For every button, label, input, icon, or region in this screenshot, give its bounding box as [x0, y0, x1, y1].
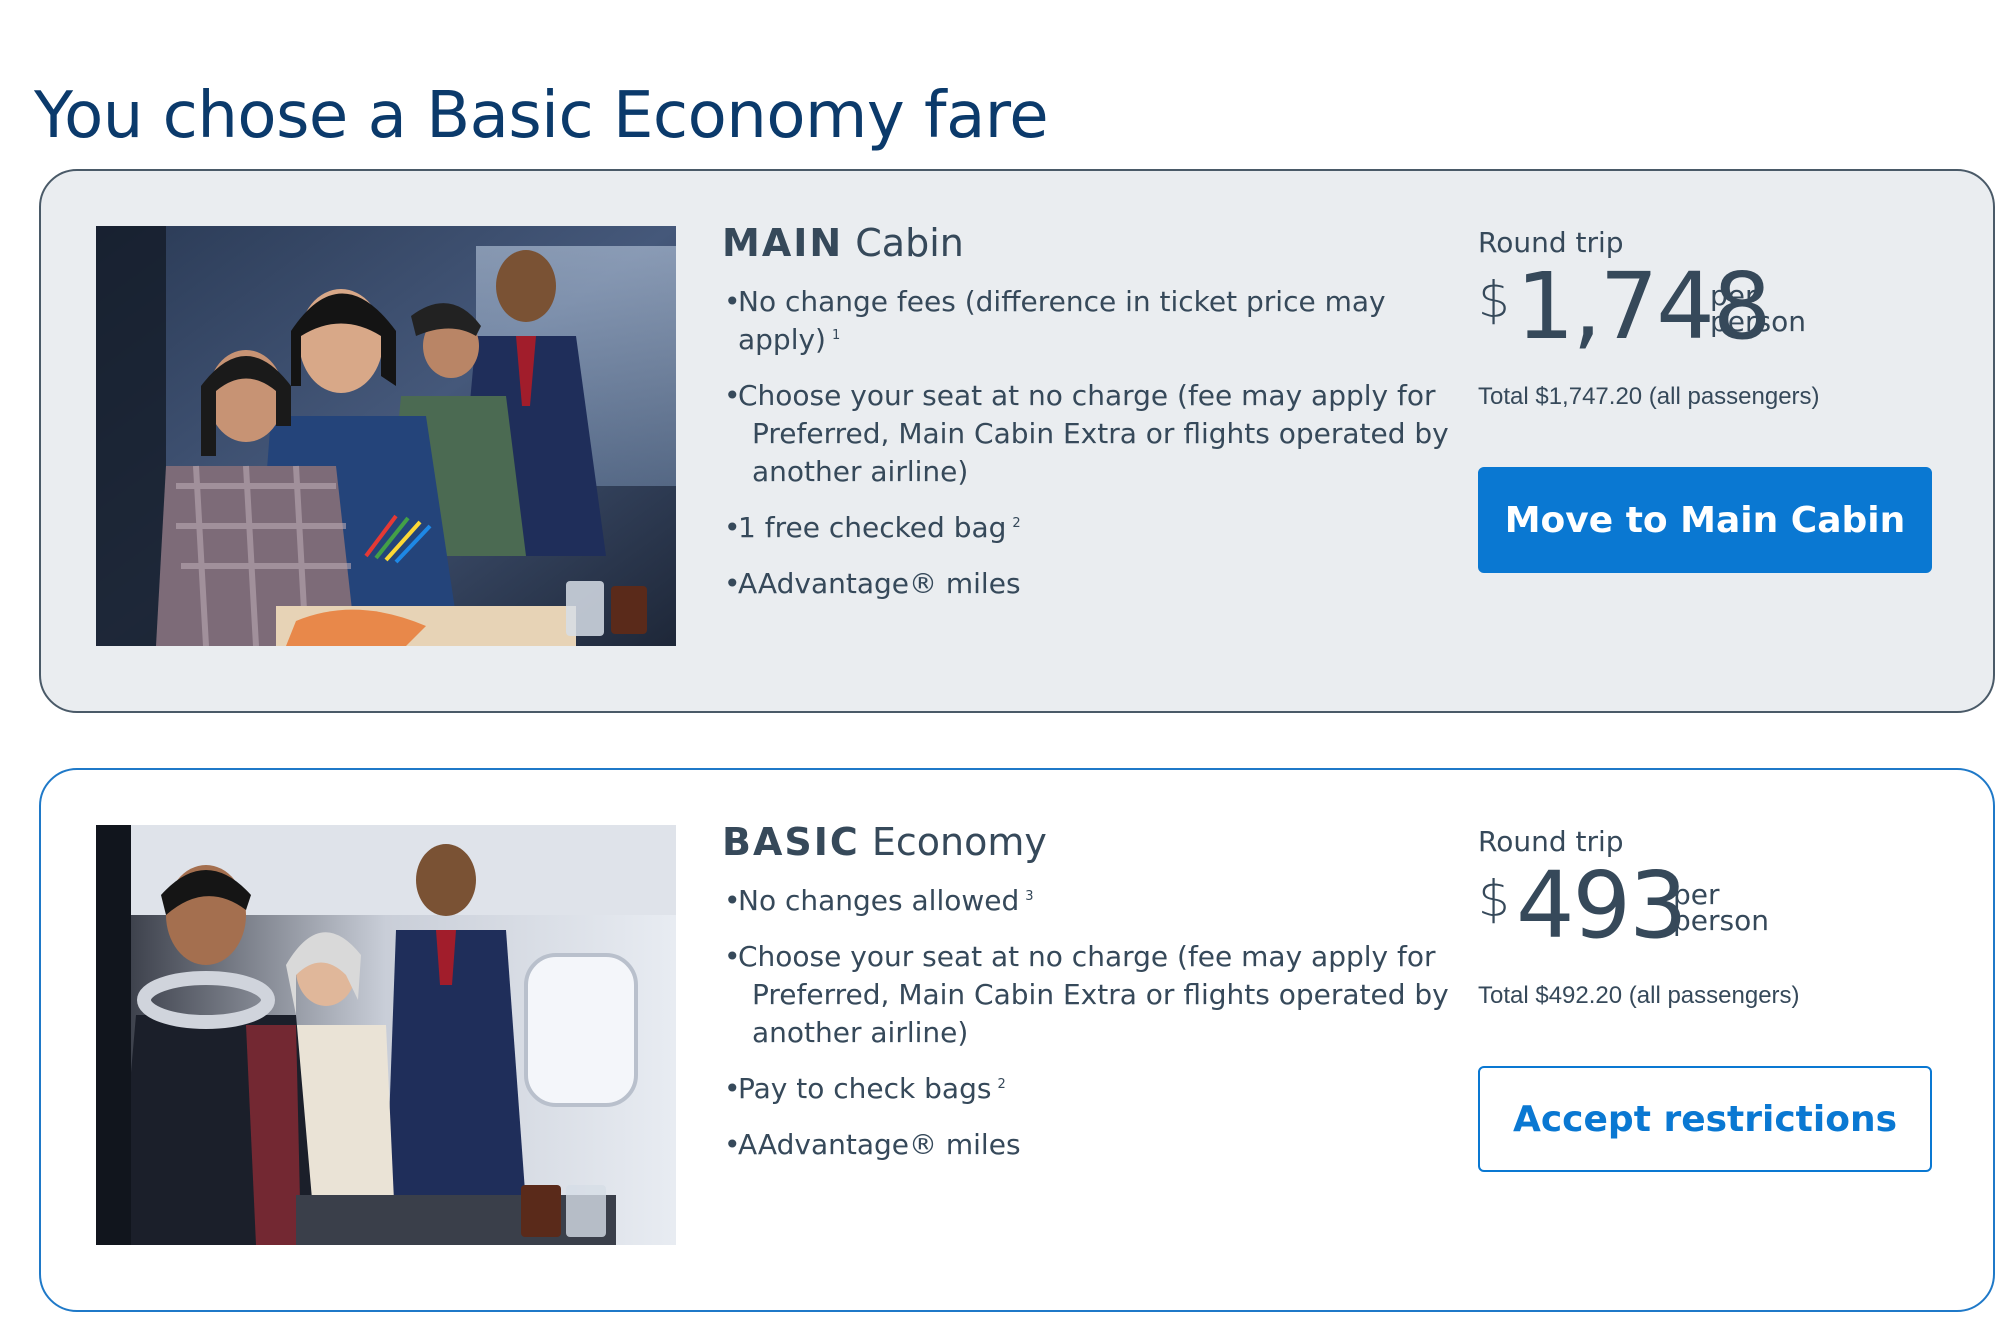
feature-item: No change fees (difference in ticket pri… — [724, 283, 1464, 359]
fare-title-basic-economy: BASIC Economy — [722, 820, 1047, 864]
per-person-label: per person — [1710, 282, 1806, 338]
person-text: person — [1710, 305, 1806, 338]
price-row: $ 493 per person — [1478, 852, 1938, 962]
feature-item: AAdvantage® miles — [724, 1126, 1464, 1164]
feature-text: No changes allowed — [738, 884, 1020, 917]
fare-title-main-cabin: MAIN Cabin — [722, 221, 964, 265]
feature-text-continued: Preferred, Main Cabin Extra or flights o… — [752, 417, 1449, 488]
feature-text: 1 free checked bag — [738, 511, 1007, 544]
footnote-marker[interactable]: 2 — [997, 1077, 1005, 1092]
footnote-marker[interactable]: 1 — [832, 328, 840, 343]
accept-restrictions-button[interactable]: Accept restrictions — [1478, 1066, 1932, 1172]
feature-text: No change fees (difference in ticket pri… — [738, 285, 1386, 356]
feature-item: 1 free checked bag 2 — [724, 509, 1464, 547]
feature-text: Choose your seat at no charge (fee may a… — [738, 379, 1436, 412]
basic-economy-photo — [96, 825, 676, 1245]
fare-title-rest: Economy — [871, 820, 1047, 864]
main-cabin-price: Round trip $ 1,748 per person Total $1,7… — [1478, 226, 1938, 411]
price-amount: 493 — [1516, 852, 1688, 959]
feature-item: Choose your seat at no charge (fee may a… — [724, 377, 1464, 491]
price-row: $ 1,748 per person — [1478, 253, 1938, 363]
main-cabin-photo — [96, 226, 676, 646]
fare-title-rest: Cabin — [855, 221, 964, 265]
main-cabin-features: No change fees (difference in ticket pri… — [724, 283, 1464, 621]
basic-economy-features: No changes allowed 3 Choose your seat at … — [724, 882, 1464, 1182]
main-cabin-card: MAIN Cabin No change fees (difference in… — [39, 169, 1995, 713]
feature-text-continued: Preferred, Main Cabin Extra or flights o… — [752, 978, 1449, 1049]
footnote-marker[interactable]: 2 — [1012, 516, 1020, 531]
feature-item: AAdvantage® miles — [724, 565, 1464, 603]
per-person-label: per person — [1673, 881, 1769, 937]
total-price: Total $492.20 (all passengers) — [1478, 982, 1800, 1009]
feature-item: Pay to check bags 2 — [724, 1070, 1464, 1108]
feature-item: No changes allowed 3 — [724, 882, 1464, 920]
feature-item: Choose your seat at no charge (fee may a… — [724, 938, 1464, 1052]
feature-text: Choose your seat at no charge (fee may a… — [738, 940, 1436, 973]
basic-economy-card: BASIC Economy No changes allowed 3 Choose… — [39, 768, 1995, 1312]
feature-text: Pay to check bags — [738, 1072, 992, 1105]
fare-title-strong: BASIC — [722, 820, 860, 864]
basic-economy-price: Round trip $ 493 per person Total $492.2… — [1478, 825, 1938, 1010]
page-title: You chose a Basic Economy fare — [34, 78, 1049, 153]
currency-symbol: $ — [1478, 271, 1510, 329]
currency-symbol: $ — [1478, 870, 1510, 928]
total-price: Total $1,747.20 (all passengers) — [1478, 383, 1820, 410]
footnote-marker[interactable]: 3 — [1025, 889, 1033, 904]
person-text: person — [1673, 904, 1769, 937]
fare-title-strong: MAIN — [722, 221, 844, 265]
feature-text: AAdvantage® miles — [738, 1128, 1021, 1161]
feature-text: AAdvantage® miles — [738, 567, 1021, 600]
move-to-main-cabin-button[interactable]: Move to Main Cabin — [1478, 467, 1932, 573]
